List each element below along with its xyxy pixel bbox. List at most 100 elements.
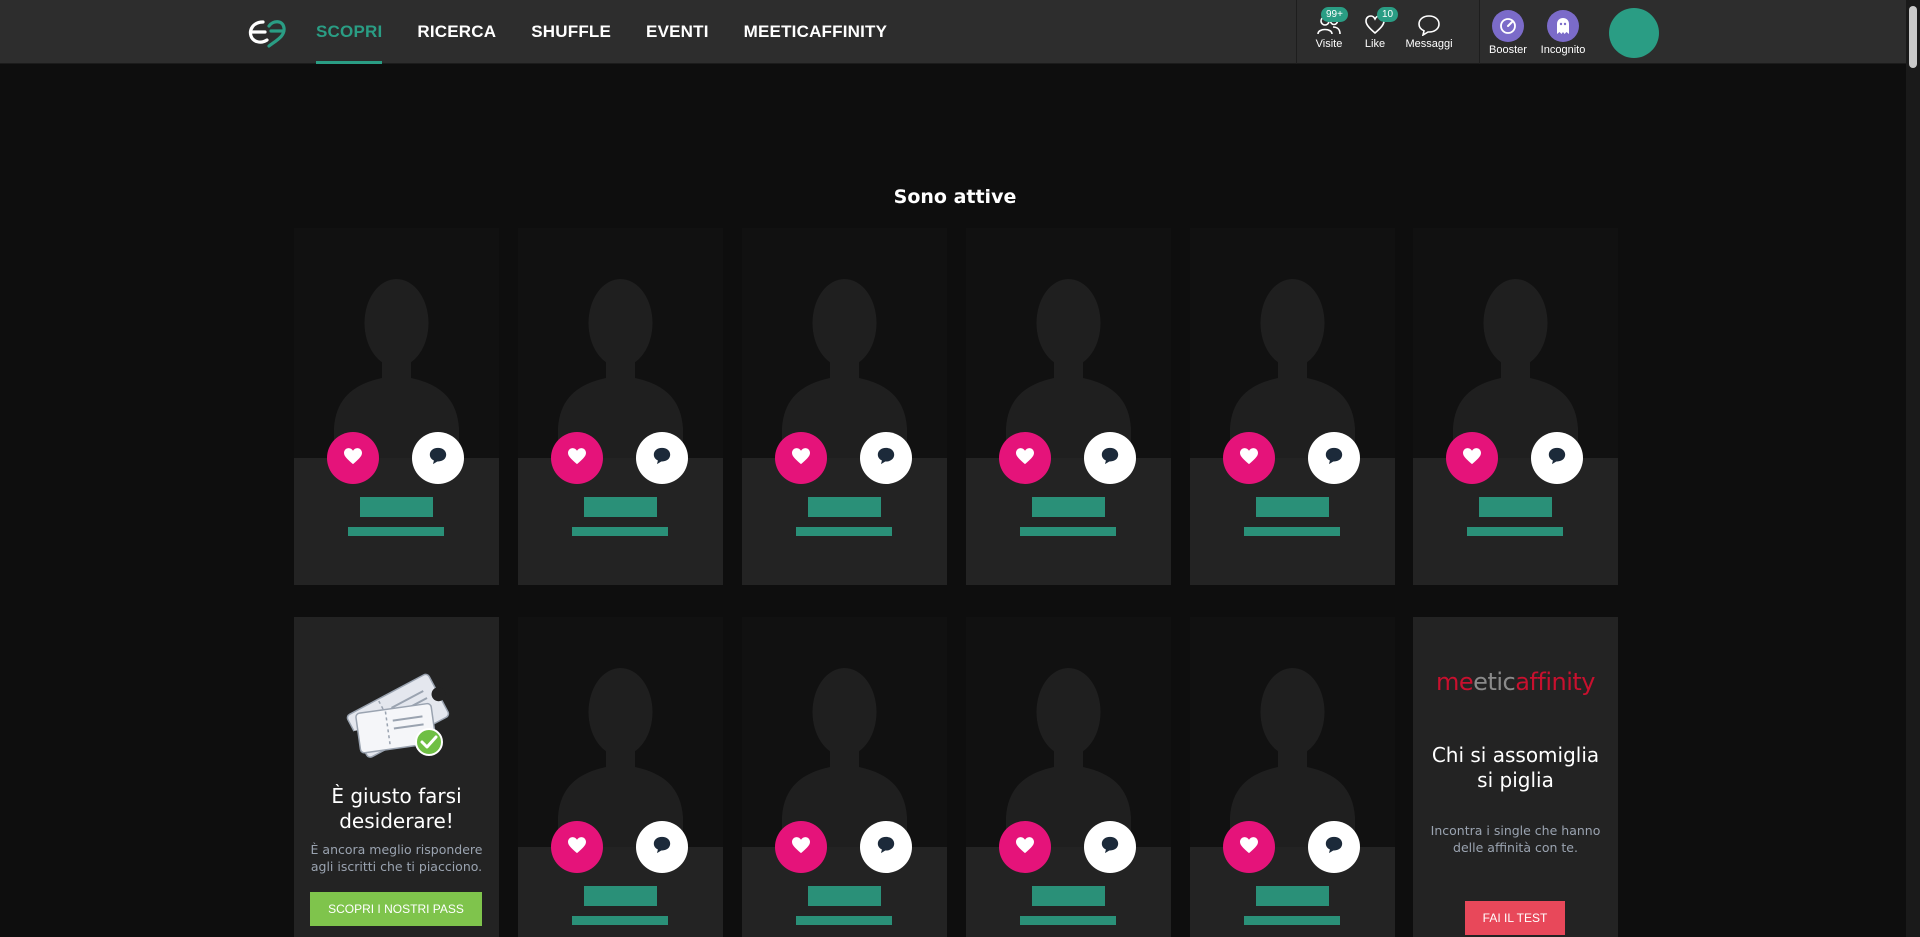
- like-heart-button[interactable]: [775, 821, 827, 873]
- send-message-button[interactable]: [636, 821, 688, 873]
- toolbar-right: Visite 99+ Like 10 Messaggi Booster Inco…: [1296, 0, 1590, 64]
- profile-card[interactable]: [1190, 617, 1395, 937]
- booster-icon: [1492, 10, 1524, 42]
- send-message-button[interactable]: [1084, 432, 1136, 484]
- profile-photo-placeholder[interactable]: [294, 228, 499, 458]
- send-message-button[interactable]: [1308, 432, 1360, 484]
- heart-icon: [1239, 447, 1259, 469]
- profile-name-placeholder: [584, 497, 657, 517]
- profile-photo-placeholder[interactable]: [1190, 228, 1395, 458]
- message-bubble-icon: [876, 835, 896, 859]
- send-message-button[interactable]: [1531, 432, 1583, 484]
- profile-name-placeholder: [1256, 886, 1329, 906]
- message-bubble-icon: [428, 446, 448, 470]
- like-heart-button[interactable]: [1223, 821, 1275, 873]
- heart-icon: [1015, 836, 1035, 858]
- user-avatar[interactable]: [1609, 8, 1659, 58]
- like-heart-button[interactable]: [1223, 432, 1275, 484]
- message-bubble-icon: [1100, 835, 1120, 859]
- like-heart-button[interactable]: [327, 432, 379, 484]
- nav-shuffle[interactable]: SHUFFLE: [531, 0, 611, 64]
- heart-icon: [1462, 447, 1482, 469]
- send-message-button[interactable]: [1308, 821, 1360, 873]
- like-label: Like: [1364, 38, 1386, 50]
- page-scrollbar[interactable]: [1906, 0, 1920, 937]
- heart-icon: [567, 447, 587, 469]
- nav-ricerca[interactable]: RICERCA: [417, 0, 496, 64]
- profile-name-placeholder: [1479, 497, 1552, 517]
- profile-card[interactable]: [1413, 228, 1618, 585]
- profile-card[interactable]: [742, 617, 947, 937]
- promo-pass-subtitle: È ancora meglio rispondere agli iscritti…: [310, 842, 483, 874]
- heart-icon: [567, 836, 587, 858]
- send-message-button[interactable]: [636, 432, 688, 484]
- visite-label: Visite: [1315, 38, 1343, 50]
- heart-icon: [791, 836, 811, 858]
- profile-info-placeholder: [572, 916, 668, 925]
- section-title: Sono attive: [893, 186, 1017, 208]
- profile-info-placeholder: [348, 527, 444, 536]
- message-bubble-icon: [1324, 835, 1344, 859]
- nav-eventi[interactable]: EVENTI: [646, 0, 709, 64]
- booster-label: Booster: [1489, 44, 1527, 56]
- profile-photo-placeholder[interactable]: [966, 228, 1171, 458]
- profile-name-placeholder: [360, 497, 433, 517]
- top-navigation-bar: SCOPRI RICERCA SHUFFLE EVENTI MEETICAFFI…: [0, 0, 1920, 64]
- like-heart-button[interactable]: [775, 432, 827, 484]
- profile-info-placeholder: [1467, 527, 1563, 536]
- profile-card[interactable]: [966, 617, 1171, 937]
- profile-photo-placeholder[interactable]: [1190, 617, 1395, 847]
- promo-affinity-title: Chi si assomiglia si piglia: [1431, 743, 1600, 792]
- profile-info-placeholder: [1244, 527, 1340, 536]
- meetic-logo-icon[interactable]: [245, 14, 289, 48]
- like-button[interactable]: Like 10: [1361, 0, 1399, 64]
- profile-card[interactable]: [518, 228, 723, 585]
- message-bubble-icon: [1324, 446, 1344, 470]
- like-heart-button[interactable]: [999, 432, 1051, 484]
- main-nav: SCOPRI RICERCA SHUFFLE EVENTI MEETICAFFI…: [316, 0, 887, 64]
- incognito-button[interactable]: Incognito: [1536, 0, 1590, 64]
- profile-info-placeholder: [1020, 527, 1116, 536]
- like-heart-button[interactable]: [999, 821, 1051, 873]
- promo-affinity-card: meeticaffinity Chi si assomiglia si pigl…: [1413, 617, 1618, 937]
- profile-name-placeholder: [1032, 497, 1105, 517]
- profile-photo-placeholder[interactable]: [742, 228, 947, 458]
- visite-button[interactable]: Visite 99+: [1297, 0, 1361, 64]
- discover-pass-button[interactable]: SCOPRI I NOSTRI PASS: [310, 892, 482, 926]
- profile-photo-placeholder[interactable]: [518, 617, 723, 847]
- meeticaffinity-logo: meeticaffinity: [1436, 668, 1595, 696]
- profile-name-placeholder: [584, 886, 657, 906]
- like-heart-button[interactable]: [1446, 432, 1498, 484]
- send-message-button[interactable]: [860, 432, 912, 484]
- profile-info-placeholder: [572, 527, 668, 536]
- profile-photo-placeholder[interactable]: [742, 617, 947, 847]
- profile-info-placeholder: [796, 527, 892, 536]
- profile-card[interactable]: [294, 228, 499, 585]
- send-message-button[interactable]: [1084, 821, 1136, 873]
- messaggi-label: Messaggi: [1405, 38, 1453, 50]
- nav-scopri[interactable]: SCOPRI: [316, 0, 383, 64]
- speech-bubble-icon: [1418, 15, 1440, 36]
- message-bubble-icon: [1547, 446, 1567, 470]
- profile-card[interactable]: [966, 228, 1171, 585]
- message-bubble-icon: [652, 446, 672, 470]
- like-heart-button[interactable]: [551, 821, 603, 873]
- profile-card[interactable]: [1190, 228, 1395, 585]
- like-heart-button[interactable]: [551, 432, 603, 484]
- send-message-button[interactable]: [860, 821, 912, 873]
- profile-photo-placeholder[interactable]: [1413, 228, 1618, 458]
- heart-icon: [791, 447, 811, 469]
- take-test-button[interactable]: FAI IL TEST: [1465, 901, 1565, 935]
- profile-photo-placeholder[interactable]: [518, 228, 723, 458]
- messaggi-button[interactable]: Messaggi: [1389, 0, 1469, 64]
- profile-card[interactable]: [518, 617, 723, 937]
- scrollbar-thumb[interactable]: [1909, 6, 1917, 68]
- profile-name-placeholder: [1032, 886, 1105, 906]
- nav-meeticaffinity[interactable]: MEETICAFFINITY: [744, 0, 888, 64]
- profile-card[interactable]: [742, 228, 947, 585]
- booster-button[interactable]: Booster: [1480, 0, 1536, 64]
- profile-name-placeholder: [1256, 497, 1329, 517]
- send-message-button[interactable]: [412, 432, 464, 484]
- heart-icon: [343, 447, 363, 469]
- profile-photo-placeholder[interactable]: [966, 617, 1171, 847]
